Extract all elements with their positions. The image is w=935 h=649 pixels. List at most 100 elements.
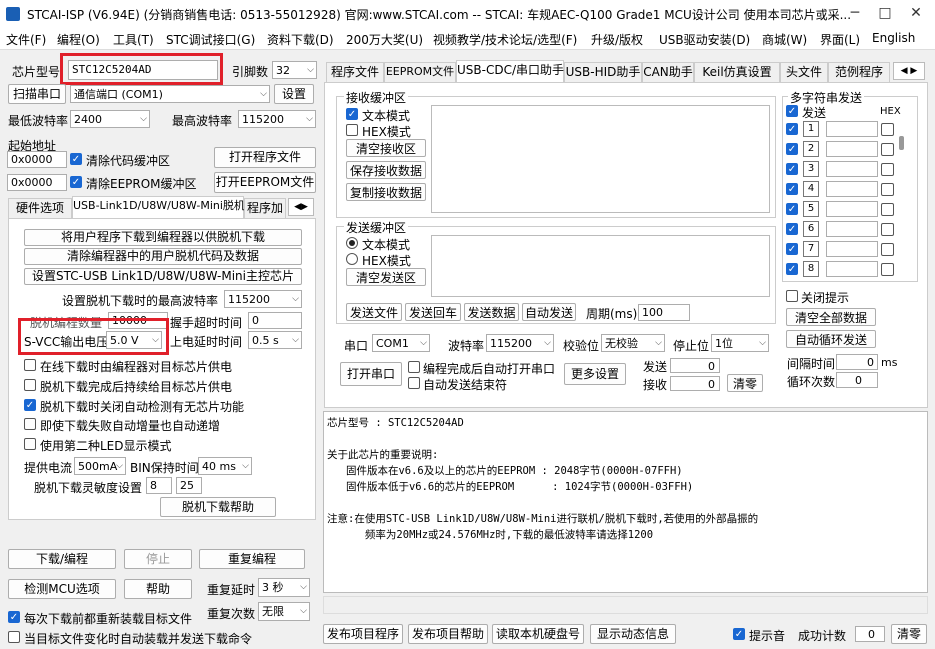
sensitivity-field-1[interactable]: 8 — [146, 477, 172, 494]
menu-debug[interactable]: STC调试接口(G) — [166, 31, 255, 48]
menu-shop[interactable]: 商城(W) — [762, 31, 807, 48]
clear-all-button[interactable]: 清空全部数据 — [786, 308, 876, 326]
close-tip-checkbox[interactable] — [786, 290, 798, 302]
clear-code-checkbox[interactable]: ✓ — [70, 153, 82, 165]
multi-row-input[interactable] — [826, 121, 878, 137]
multi-send-all-checkbox[interactable]: ✓ — [786, 105, 798, 117]
set-master-chip-button[interactable]: 设置STC-USB Link1D/U8W/U8W-Mini主控芯片 — [24, 268, 302, 285]
tab-keil[interactable]: Keil仿真设置 — [694, 62, 780, 82]
multi-row-input[interactable] — [826, 161, 878, 177]
clear-count-button[interactable]: 清零 — [727, 374, 763, 392]
multi-row-hex-checkbox[interactable] — [881, 263, 894, 276]
send-data-button[interactable]: 发送数据 — [464, 303, 519, 321]
clear-success-button[interactable]: 清零 — [891, 624, 927, 644]
multi-row-send-button[interactable]: 7 — [803, 241, 819, 257]
more-settings-button[interactable]: 更多设置 — [564, 363, 626, 385]
offline-help-button[interactable]: 脱机下载帮助 — [160, 497, 276, 517]
period-field[interactable]: 100 — [638, 304, 690, 321]
min-baud-select[interactable]: 2400 ⌵ — [70, 110, 150, 128]
port-select-right[interactable]: COM1 ⌵ — [372, 334, 430, 352]
send-file-button[interactable]: 发送文件 — [346, 303, 402, 321]
tab-eeprom-file[interactable]: EEPROM文件 — [384, 62, 456, 82]
menu-usb-driver[interactable]: USB驱动安装(D) — [659, 31, 750, 48]
multi-row-hex-checkbox[interactable] — [881, 223, 894, 236]
multi-row-hex-checkbox[interactable] — [881, 183, 894, 196]
multi-row-hex-checkbox[interactable] — [881, 203, 894, 216]
online-power-checkbox[interactable] — [24, 359, 36, 371]
save-recv-button[interactable]: 保存接收数据 — [346, 161, 426, 179]
led-mode-checkbox[interactable] — [24, 438, 36, 450]
multi-row-send-button[interactable]: 1 — [803, 121, 819, 137]
download-to-programmer-button[interactable]: 将用户程序下载到编程器以供脱机下载 — [24, 229, 302, 246]
multi-row-checkbox[interactable]: ✓ — [786, 123, 798, 135]
auto-loop-button[interactable]: 自动循环发送 — [786, 330, 876, 348]
multi-row-send-button[interactable]: 8 — [803, 261, 819, 277]
keep-power-checkbox[interactable] — [24, 379, 36, 391]
menu-prize[interactable]: 200万大奖(U) — [346, 31, 423, 48]
publish-help-button[interactable]: 发布项目帮助 — [408, 624, 488, 644]
port-select[interactable]: 通信端口 (COM1) ⌵ — [70, 85, 270, 103]
tab-hardware-options[interactable]: 硬件选项 — [8, 198, 72, 218]
download-program-button[interactable]: 下载/编程 — [8, 549, 116, 569]
repeat-delay-select[interactable]: 3 秒 ⌵ — [258, 578, 310, 597]
read-disk-button[interactable]: 读取本机硬盘号 — [492, 624, 584, 644]
auto-increment-checkbox[interactable] — [24, 418, 36, 430]
show-animation-button[interactable]: 显示动态信息 — [590, 624, 676, 644]
reload-checkbox[interactable]: ✓ — [8, 611, 20, 623]
menu-ui[interactable]: 界面(L) — [820, 31, 860, 48]
multi-row-checkbox[interactable]: ✓ — [786, 263, 798, 275]
pins-select[interactable]: 32 ⌵ — [272, 61, 317, 79]
eeprom-address-field[interactable]: 0x0000 — [7, 174, 67, 191]
multi-row-checkbox[interactable]: ✓ — [786, 183, 798, 195]
tab-scroll-arrows[interactable]: ◀▶ — [288, 198, 314, 216]
send-enter-button[interactable]: 发送回车 — [405, 303, 461, 321]
multi-row-input[interactable] — [826, 201, 878, 217]
clear-offline-code-button[interactable]: 清除编程器中的用户脱机代码及数据 — [24, 248, 302, 265]
open-eeprom-button[interactable]: 打开EEPROM文件 — [214, 172, 316, 193]
multi-row-send-button[interactable]: 2 — [803, 141, 819, 157]
code-address-field[interactable]: 0x0000 — [7, 151, 67, 168]
menu-upgrade[interactable]: 升级/版权 — [591, 31, 643, 48]
send-hex-radio[interactable] — [346, 253, 358, 265]
tab-header[interactable]: 头文件 — [780, 62, 828, 82]
multi-row-hex-checkbox[interactable] — [881, 143, 894, 156]
minimize-icon[interactable]: ─ — [842, 3, 868, 23]
multi-row-send-button[interactable]: 6 — [803, 221, 819, 237]
clear-recv-button[interactable]: 清空接收区 — [346, 139, 426, 157]
right-tab-scroll-arrows[interactable]: ◀ ▶ — [893, 62, 925, 80]
multi-row-input[interactable] — [826, 241, 878, 257]
offline-baud-select[interactable]: 115200 ⌵ — [224, 290, 302, 308]
receive-textarea[interactable] — [431, 105, 770, 213]
multi-row-checkbox[interactable]: ✓ — [786, 163, 798, 175]
open-program-button[interactable]: 打开程序文件 — [214, 147, 316, 168]
tab-usb-hid[interactable]: USB-HID助手 — [564, 62, 642, 82]
multi-row-checkbox[interactable]: ✓ — [786, 243, 798, 255]
multi-row-hex-checkbox[interactable] — [881, 123, 894, 136]
timeout-field[interactable]: 0 — [248, 312, 302, 329]
parity-select[interactable]: 无校验 ⌵ — [601, 334, 665, 352]
multi-row-checkbox[interactable]: ✓ — [786, 143, 798, 155]
maximize-icon[interactable]: □ — [872, 3, 898, 23]
multi-row-send-button[interactable]: 5 — [803, 201, 819, 217]
chip-info-textarea[interactable]: 芯片型号 : STC12C5204AD 关于此芯片的重要说明: 固件版本在v6.6… — [323, 411, 928, 593]
multi-row-hex-checkbox[interactable] — [881, 243, 894, 256]
bin-hold-select[interactable]: 40 ms ⌵ — [198, 457, 252, 475]
clear-send-button[interactable]: 清空发送区 — [346, 268, 426, 286]
menu-english[interactable]: English — [872, 31, 915, 45]
close-icon[interactable]: ✕ — [903, 3, 929, 23]
repeat-program-button[interactable]: 重复编程 — [199, 549, 305, 569]
send-textarea[interactable] — [431, 235, 770, 297]
loop-field[interactable]: 0 — [836, 372, 878, 388]
recv-text-checkbox[interactable]: ✓ — [346, 108, 358, 120]
auto-load-checkbox[interactable] — [8, 631, 20, 643]
help-button[interactable]: 帮助 — [124, 579, 192, 599]
tab-usb-cdc[interactable]: USB-CDC/串口助手 — [456, 60, 564, 82]
recv-hex-checkbox[interactable] — [346, 124, 358, 136]
multi-row-checkbox[interactable]: ✓ — [786, 223, 798, 235]
horizontal-scrollbar[interactable] — [323, 596, 928, 614]
check-mcu-button[interactable]: 检测MCU选项 — [8, 579, 116, 599]
publish-program-button[interactable]: 发布项目程序 — [323, 624, 403, 644]
stop-button[interactable]: 停止 — [124, 549, 192, 569]
sensitivity-field-2[interactable]: 25 — [176, 477, 202, 494]
stop-bit-select[interactable]: 1位 ⌵ — [711, 334, 769, 352]
